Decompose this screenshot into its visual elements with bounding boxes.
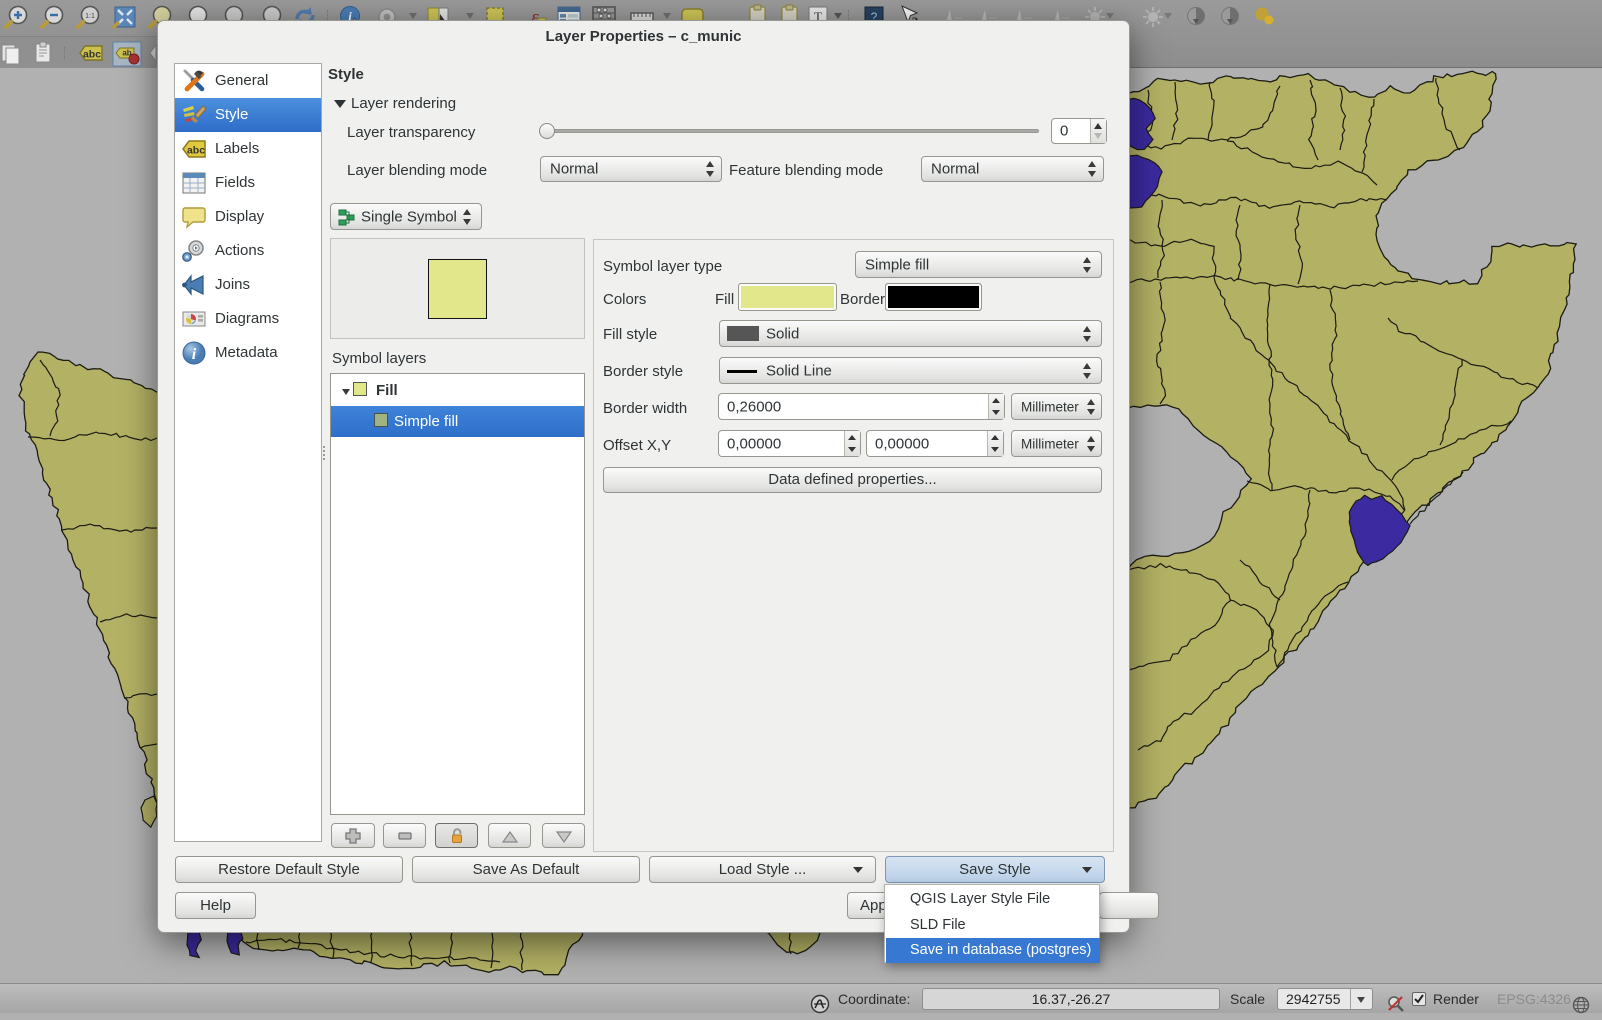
svg-text:i: i [192, 346, 197, 363]
svg-text:1:1: 1:1 [85, 13, 95, 20]
svg-text:abc: abc [187, 145, 205, 157]
svg-text:abc: abc [83, 49, 101, 61]
